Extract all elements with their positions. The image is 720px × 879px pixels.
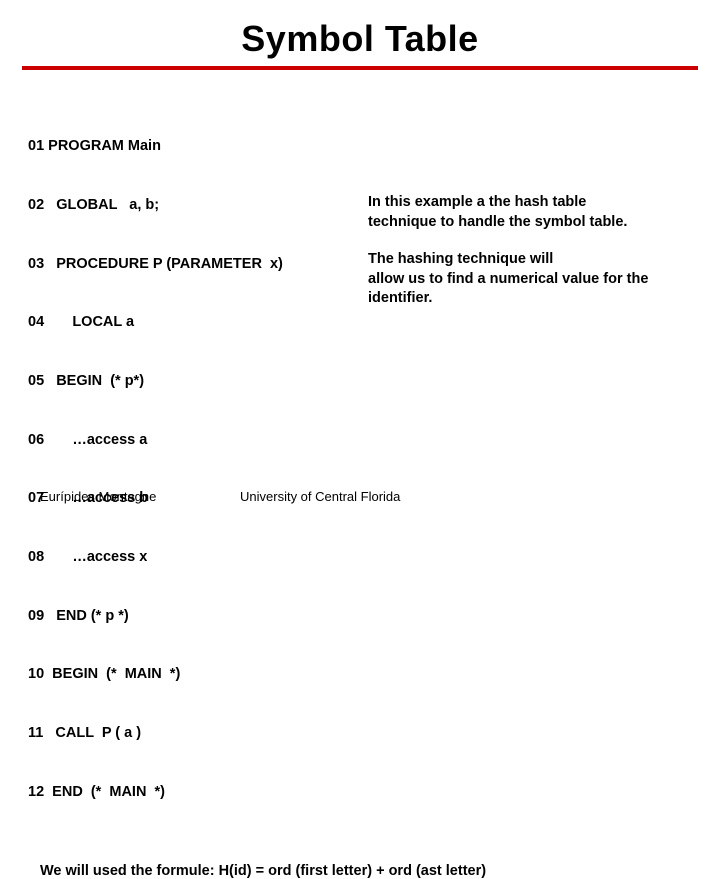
- explain-paragraph-1: In this example a the hash table techniq…: [368, 193, 698, 232]
- code-line: 06 …access a: [28, 431, 348, 451]
- code-listing: 01 PROGRAM Main 02 GLOBAL a, b; 03 PROCE…: [28, 98, 348, 841]
- explain-line: technique to handle the symbol table.: [368, 214, 627, 230]
- explanation: In this example a the hash table techniq…: [368, 98, 698, 841]
- formula-text: We will used the formule: H(id) = ord (f…: [0, 841, 720, 879]
- code-line: 05 BEGIN (* p*): [28, 372, 348, 392]
- code-line: 09 END (* p *): [28, 607, 348, 627]
- title-block: Symbol Table: [0, 0, 720, 70]
- code-line: 11 CALL P ( a ): [28, 724, 348, 744]
- code-line: 12 END (* MAIN *): [28, 783, 348, 803]
- footer: Eurípides Montagne University of Central…: [0, 489, 720, 504]
- code-line: 04 LOCAL a: [28, 313, 348, 333]
- explain-line: In this example a the hash table: [368, 194, 586, 210]
- code-line: 01 PROGRAM Main: [28, 137, 348, 157]
- code-line: 02 GLOBAL a, b;: [28, 196, 348, 216]
- explain-line: The hashing technique will: [368, 251, 553, 267]
- explain-line: identifier.: [368, 290, 432, 306]
- explain-paragraph-2: The hashing technique will allow us to f…: [368, 250, 698, 309]
- footer-author: Eurípides Montagne: [0, 489, 230, 504]
- footer-affiliation: University of Central Florida: [230, 489, 720, 504]
- code-line: 10 BEGIN (* MAIN *): [28, 665, 348, 685]
- code-line: 08 …access x: [28, 548, 348, 568]
- explain-line: allow us to find a numerical value for t…: [368, 271, 648, 287]
- code-line: 03 PROCEDURE P (PARAMETER x): [28, 255, 348, 275]
- content-area: 01 PROGRAM Main 02 GLOBAL a, b; 03 PROCE…: [0, 70, 720, 841]
- page-title: Symbol Table: [0, 18, 720, 60]
